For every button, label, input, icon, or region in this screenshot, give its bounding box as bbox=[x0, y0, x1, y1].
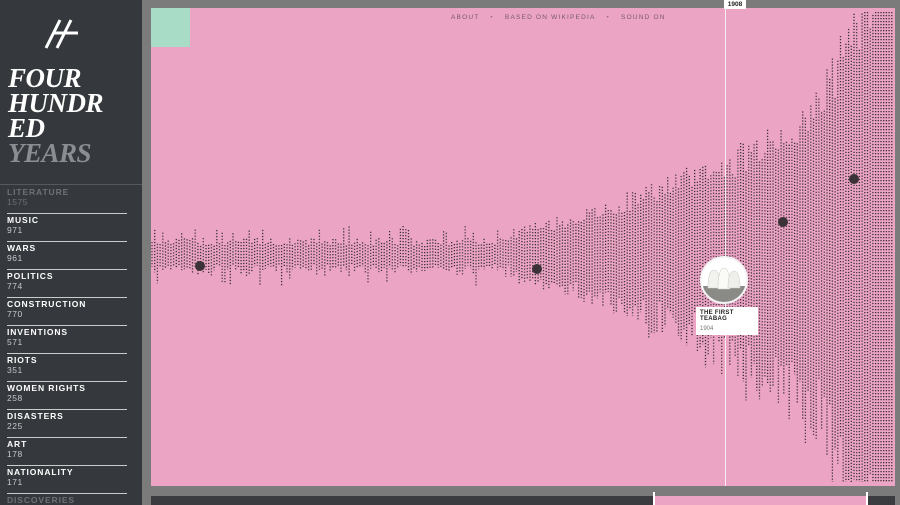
title-divider bbox=[0, 184, 142, 185]
category-name: DISASTERS bbox=[7, 411, 64, 421]
category-name: NATIONALITY bbox=[7, 467, 74, 477]
app-title: FOUR HUNDR ED YEARS bbox=[8, 65, 138, 168]
waveform-dots bbox=[151, 12, 893, 482]
category-name: POLITICS bbox=[7, 271, 54, 281]
scrubber-left-handle[interactable] bbox=[653, 492, 655, 505]
event-marker-2[interactable] bbox=[532, 264, 542, 274]
category-count: 971 bbox=[7, 225, 23, 235]
event-year: 1904 bbox=[700, 326, 714, 332]
category-name: INVENTIONS bbox=[7, 327, 68, 337]
event-marker-3[interactable] bbox=[778, 217, 788, 227]
cursor-year-badge: 1908 bbox=[724, 0, 746, 9]
event-label[interactable]: THE FIRST TEABAG 1904 bbox=[696, 307, 758, 335]
category-wars[interactable]: WARS 961 bbox=[7, 242, 127, 270]
category-name: LITERATURE bbox=[7, 187, 70, 197]
category-count: 770 bbox=[7, 309, 23, 319]
title-line-4: YEARS bbox=[8, 138, 92, 168]
sidebar: FOUR HUNDR ED YEARS LITERATURE 1575 MUSI… bbox=[0, 0, 142, 505]
category-count: 774 bbox=[7, 281, 23, 291]
logo-icon[interactable] bbox=[40, 16, 80, 52]
category-politics[interactable]: POLITICS 774 bbox=[7, 270, 127, 298]
category-name: DISCOVERIES bbox=[7, 495, 75, 505]
event-marker-4[interactable] bbox=[849, 174, 859, 184]
category-name: RIOTS bbox=[7, 355, 38, 365]
year-cursor-line[interactable] bbox=[725, 8, 726, 486]
event-waveform[interactable] bbox=[151, 8, 895, 486]
category-name: WOMEN RIGHTS bbox=[7, 383, 86, 393]
category-count: 178 bbox=[7, 449, 23, 459]
category-count: 225 bbox=[7, 421, 23, 431]
event-thumbnail[interactable] bbox=[700, 256, 748, 304]
category-discoveries[interactable]: DISCOVERIES bbox=[7, 494, 127, 505]
scrubber-right-handle[interactable] bbox=[866, 492, 868, 505]
category-list: LITERATURE 1575 MUSIC 971 WARS 961 POLIT… bbox=[7, 186, 127, 505]
category-nationality[interactable]: NATIONALITY 171 bbox=[7, 466, 127, 494]
category-name: ART bbox=[7, 439, 28, 449]
category-count: 351 bbox=[7, 365, 23, 375]
category-count: 258 bbox=[7, 393, 23, 403]
scrubber-window[interactable] bbox=[653, 496, 867, 505]
category-count: 961 bbox=[7, 253, 23, 263]
category-count: 171 bbox=[7, 477, 23, 487]
timeline-scrubber[interactable] bbox=[151, 492, 895, 505]
category-disasters[interactable]: DISASTERS 225 bbox=[7, 410, 127, 438]
category-count: 1575 bbox=[7, 197, 28, 207]
event-title: THE FIRST TEABAG bbox=[700, 310, 734, 322]
category-riots[interactable]: RIOTS 351 bbox=[7, 354, 127, 382]
category-women-rights[interactable]: WOMEN RIGHTS 258 bbox=[7, 382, 127, 410]
category-literature[interactable]: LITERATURE 1575 bbox=[7, 186, 127, 214]
category-count: 571 bbox=[7, 337, 23, 347]
category-name: CONSTRUCTION bbox=[7, 299, 87, 309]
category-name: MUSIC bbox=[7, 215, 39, 225]
category-inventions[interactable]: INVENTIONS 571 bbox=[7, 326, 127, 354]
timeline-stage[interactable]: ABOUT • BASED ON WIKIPEDIA • SOUND ON TH… bbox=[151, 8, 895, 486]
category-construction[interactable]: CONSTRUCTION 770 bbox=[7, 298, 127, 326]
teabag-image-icon bbox=[702, 258, 746, 302]
category-music[interactable]: MUSIC 971 bbox=[7, 214, 127, 242]
event-marker-1[interactable] bbox=[195, 261, 205, 271]
category-name: WARS bbox=[7, 243, 37, 253]
category-art[interactable]: ART 178 bbox=[7, 438, 127, 466]
